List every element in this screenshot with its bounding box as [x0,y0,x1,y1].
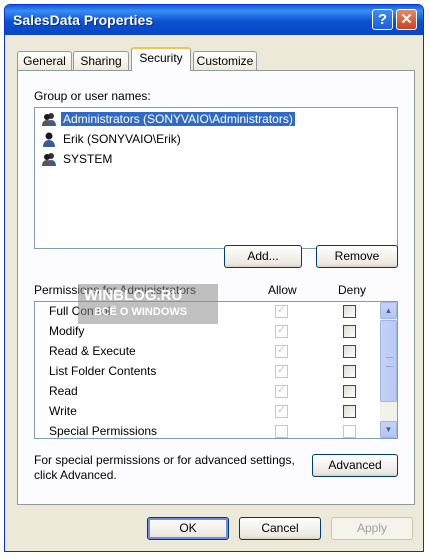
add-button[interactable]: Add... [224,245,302,268]
scroll-down-icon[interactable]: ▼ [380,421,397,438]
ok-button[interactable]: OK [147,517,229,540]
remove-button[interactable]: Remove [316,245,398,268]
deny-checkbox[interactable] [343,385,356,398]
group-icon [42,153,56,166]
tab-general[interactable]: General [17,51,72,71]
close-button[interactable]: ✕ [396,9,417,30]
allow-checkbox [275,425,288,438]
allow-header: Allow [268,283,297,297]
watermark-title: WINBLOG.RU [84,287,183,304]
permission-name: Write [49,404,77,418]
group-user-list[interactable]: Administrators (SONYVAIO\Administrators)… [34,107,398,249]
list-item[interactable]: Erik (SONYVAIO\Erik) [39,130,393,148]
permission-row: List Folder Contents ✓ [35,362,375,382]
permission-row: Read & Execute ✓ [35,342,375,362]
apply-button: Apply [331,517,413,540]
tab-customize[interactable]: Customize [193,51,257,71]
advanced-hint-line1: For special permissions or for advanced … [34,453,295,467]
permission-row: Write ✓ [35,402,375,422]
scroll-thumb[interactable] [380,320,397,402]
title-bar[interactable]: SalesData Properties ? ✕ [5,5,423,35]
advanced-button[interactable]: Advanced [312,454,398,477]
list-item-label: SYSTEM [63,152,113,166]
allow-checkbox: ✓ [275,404,288,418]
properties-dialog: SalesData Properties ? ✕ General Sharing… [4,4,424,552]
list-item-label: Administrators (SONYVAIO\Administrators) [61,112,295,126]
cancel-button[interactable]: Cancel [239,517,321,540]
permission-name: Read [49,384,78,398]
watermark-subtitle: ВСЁ О WINDOWS [94,306,188,318]
deny-checkbox[interactable] [343,345,356,358]
permission-name: List Folder Contents [49,364,157,378]
deny-checkbox[interactable] [343,405,356,418]
user-icon [43,132,55,147]
deny-checkbox[interactable] [343,305,356,318]
permission-name: Special Permissions [49,424,158,438]
group-icon [42,113,56,126]
deny-header: Deny [338,283,367,297]
tab-security[interactable]: Security [131,47,191,71]
deny-checkbox [343,425,356,438]
permission-name: Read & Execute [49,344,136,358]
permission-row: Read ✓ [35,382,375,402]
permission-row: Special Permissions [35,422,375,438]
help-button[interactable]: ? [372,9,393,30]
allow-checkbox: ✓ [275,304,288,318]
list-item[interactable]: Administrators (SONYVAIO\Administrators) [39,110,393,128]
window-title: SalesData Properties [13,12,154,28]
tab-sharing[interactable]: Sharing [73,51,129,71]
group-list-label: Group or user names: [34,89,151,103]
permission-name: Modify [49,324,85,338]
allow-checkbox: ✓ [275,364,288,378]
deny-checkbox[interactable] [343,365,356,378]
deny-checkbox[interactable] [343,325,356,338]
allow-checkbox: ✓ [275,384,288,398]
permission-row: Modify ✓ [35,322,375,342]
advanced-hint-line2: click Advanced. [34,468,117,482]
permissions-scrollbar[interactable]: ▲ ▼ [380,302,397,438]
list-item-label: Erik (SONYVAIO\Erik) [63,132,181,146]
scroll-up-icon[interactable]: ▲ [380,302,397,319]
list-item[interactable]: SYSTEM [39,150,393,168]
allow-checkbox: ✓ [275,324,288,338]
allow-checkbox: ✓ [275,344,288,358]
